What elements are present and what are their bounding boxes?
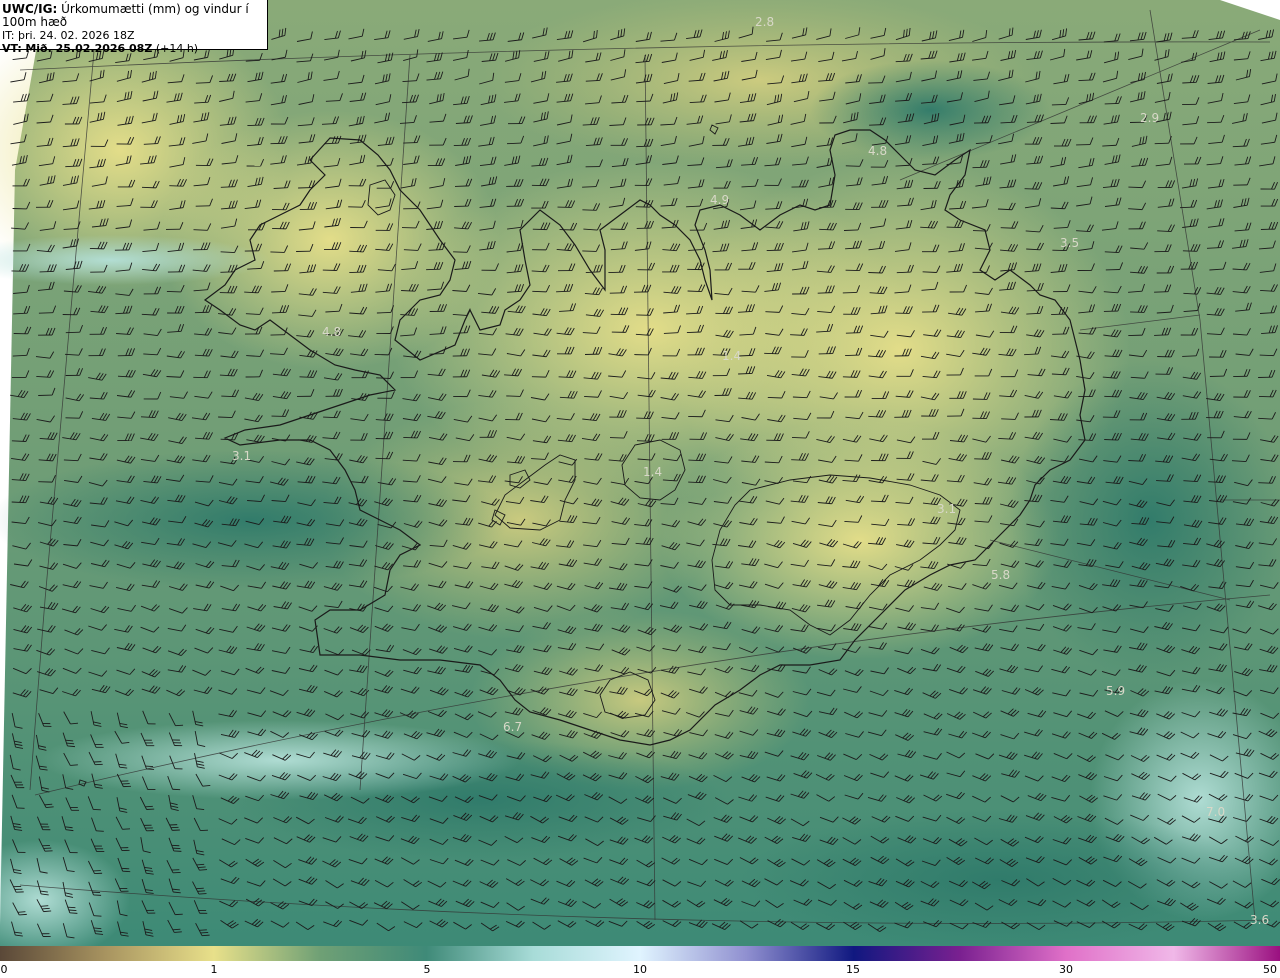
model-name: UWC/IG: [2,2,58,16]
map-label: 4.9 [710,193,729,207]
map-label: 6.7 [503,720,522,734]
map-canvas: 2.8 2.9 4.8 4.9 3.5 4.8 1.4 3.1 1.4 3.1 … [0,0,1280,946]
valid-time-line: VT: Mið. 25.02.2026 08Z (+14 h) [2,42,267,55]
forecast-info-box: UWC/IG: Úrkomumætti (mm) og vindur í 100… [0,0,268,55]
colorbar-tick-label: 30 [1059,963,1073,976]
colorbar-tick-label: 10 [633,963,647,976]
map-label: 3.1 [232,449,251,463]
forecast-map: 2.8 2.9 4.8 4.9 3.5 4.8 1.4 3.1 1.4 3.1 … [0,0,1280,946]
map-label: 3.6 [1250,913,1269,927]
colorbar-tick-label: 50 [1263,963,1277,976]
valid-time-date: Mið. 25.02.2026 08Z [25,42,153,55]
colorbar-strip [0,946,1280,961]
colorbar: 0 1 5 10 15 30 50 [0,946,1280,978]
colorbar-tick-label: 0 [0,963,8,976]
lead-time: (+14 h) [155,42,199,55]
initial-time: IT: þri. 24. 02. 2026 18Z [2,29,135,42]
colorbar-tick-label: 15 [846,963,860,976]
map-label: 5.8 [991,568,1010,582]
map-label: 1.4 [643,465,662,479]
map-label: 2.9 [1140,111,1159,125]
map-label: 2.8 [755,15,774,29]
map-label: 4.8 [868,144,887,158]
colorbar-tick-label: 5 [423,963,431,976]
map-label: 3.5 [1060,236,1079,250]
colorbar-tick-label: 1 [210,963,218,976]
valid-time-prefix: VT: [2,42,22,55]
map-label: 7.0 [1206,805,1225,819]
info-title-line: UWC/IG: Úrkomumætti (mm) og vindur í 100… [2,3,267,29]
map-label: 1.4 [722,349,741,363]
map-label: 4.8 [322,325,341,339]
map-label: 5.9 [1106,684,1125,698]
map-label: 3.1 [937,502,956,516]
